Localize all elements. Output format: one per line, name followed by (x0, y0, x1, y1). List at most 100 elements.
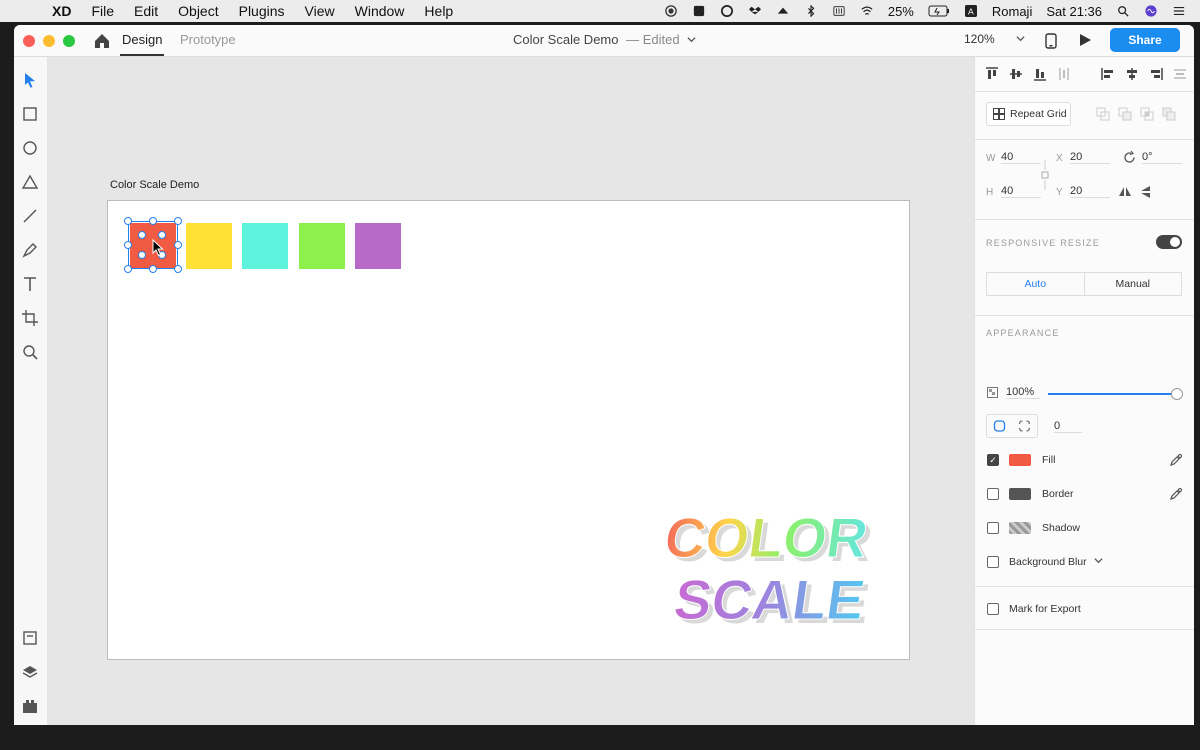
corner-radius-handle[interactable] (138, 231, 146, 239)
menu-edit[interactable]: Edit (134, 3, 158, 19)
play-icon[interactable] (1078, 33, 1092, 47)
height-field[interactable]: 40 (1001, 185, 1041, 198)
minimize-window-button[interactable] (43, 34, 55, 47)
opacity-slider-track[interactable] (1048, 393, 1176, 395)
align-left-icon[interactable] (1101, 67, 1115, 81)
boolean-add-icon[interactable] (1096, 107, 1110, 121)
polygon-tool-icon[interactable] (21, 173, 39, 191)
color-swatch-yellow[interactable] (186, 223, 232, 269)
wifi-icon[interactable] (860, 5, 874, 17)
flip-vertical-icon[interactable] (1140, 185, 1152, 199)
individual-corners-icon[interactable] (1012, 415, 1037, 437)
responsive-resize-toggle[interactable] (1156, 235, 1182, 249)
shadow-color-swatch[interactable] (1009, 522, 1031, 534)
rectangle-tool-icon[interactable] (21, 105, 39, 123)
artboard[interactable]: COLOR COLOR SCALE SCALE (107, 200, 910, 660)
mark-for-export-checkbox[interactable] (987, 603, 999, 615)
artboard-tool-icon[interactable] (21, 309, 39, 327)
distribute-vertical-icon[interactable] (1173, 67, 1187, 81)
shadow-checkbox[interactable] (987, 522, 999, 534)
menu-file[interactable]: File (91, 3, 114, 19)
record-icon[interactable] (664, 5, 678, 17)
spotlight-icon[interactable] (1116, 5, 1130, 17)
resize-mode-auto[interactable]: Auto (987, 273, 1085, 295)
corner-radius-handle[interactable] (138, 251, 146, 259)
select-tool-icon[interactable] (21, 71, 39, 89)
menu-object[interactable]: Object (178, 3, 218, 19)
menu-plugins[interactable]: Plugins (239, 3, 285, 19)
input-method-label[interactable]: Romaji (992, 4, 1032, 19)
color-swatch-green[interactable] (299, 223, 345, 269)
opacity-field[interactable]: 100% (1006, 386, 1040, 399)
zoom-dropdown[interactable]: 120% (964, 32, 1025, 46)
resize-handle[interactable] (124, 265, 132, 273)
artboard-name[interactable]: Color Scale Demo (110, 179, 199, 191)
align-top-icon[interactable] (985, 67, 999, 81)
share-button[interactable]: Share (1110, 28, 1180, 52)
pen-tool-icon[interactable] (21, 241, 39, 259)
align-middle-icon[interactable] (1009, 67, 1023, 81)
background-blur-label[interactable]: Background Blur (1009, 556, 1103, 568)
sync-icon[interactable] (776, 5, 790, 17)
width-field[interactable]: 40 (1001, 151, 1041, 164)
opacity-slider-knob[interactable] (1171, 388, 1183, 400)
align-center-icon[interactable] (1125, 67, 1139, 81)
resize-handle[interactable] (149, 217, 157, 225)
lock-aspect-icon[interactable] (1041, 160, 1049, 190)
eyedropper-icon[interactable] (1170, 488, 1182, 500)
zoom-tool-icon[interactable] (21, 343, 39, 361)
align-right-icon[interactable] (1149, 67, 1163, 81)
zoom-window-button[interactable] (63, 34, 75, 47)
memory-icon[interactable] (832, 5, 846, 17)
notification-center-icon[interactable] (1172, 5, 1186, 17)
battery-icon[interactable] (928, 5, 950, 17)
ellipse-tool-icon[interactable] (21, 139, 39, 157)
resize-handle[interactable] (174, 241, 182, 249)
menu-app-name[interactable]: XD (52, 3, 71, 19)
x-field[interactable]: 20 (1070, 151, 1110, 164)
clock[interactable]: Sat 21:36 (1046, 4, 1102, 19)
resize-handle[interactable] (174, 265, 182, 273)
eyedropper-icon[interactable] (1170, 454, 1182, 466)
repeat-grid-button[interactable]: Repeat Grid (986, 102, 1071, 126)
menu-view[interactable]: View (305, 3, 335, 19)
color-swatch-cyan[interactable] (242, 223, 288, 269)
border-color-swatch[interactable] (1009, 488, 1031, 500)
align-bottom-icon[interactable] (1033, 67, 1047, 81)
rotation-field[interactable]: 0° (1142, 151, 1182, 164)
color-swatch-purple[interactable] (355, 223, 401, 269)
line-tool-icon[interactable] (21, 207, 39, 225)
menu-window[interactable]: Window (355, 3, 405, 19)
app-icon[interactable] (692, 5, 706, 17)
uniform-corners-icon[interactable] (987, 415, 1012, 437)
assets-panel-icon[interactable] (21, 629, 39, 647)
dropbox-icon[interactable] (748, 5, 762, 17)
resize-handle[interactable] (149, 265, 157, 273)
tab-prototype[interactable]: Prototype (180, 32, 236, 47)
document-title[interactable]: Color Scale Demo — Edited (513, 32, 696, 47)
layers-panel-icon[interactable] (21, 663, 39, 681)
boolean-intersect-icon[interactable] (1140, 107, 1154, 121)
plugins-panel-icon[interactable] (21, 697, 39, 715)
corner-radius-field[interactable]: 0 (1054, 420, 1082, 433)
fill-color-swatch[interactable] (1009, 454, 1031, 466)
boolean-exclude-icon[interactable] (1162, 107, 1176, 121)
tab-design[interactable]: Design (122, 32, 162, 47)
home-icon[interactable] (93, 32, 111, 50)
boolean-subtract-icon[interactable] (1118, 107, 1132, 121)
close-window-button[interactable] (23, 34, 35, 47)
canvas[interactable]: Color Scale Demo COLOR COLOR SCALE SCALE (48, 57, 974, 725)
creative-cloud-icon[interactable] (720, 5, 734, 17)
corner-radius-handle[interactable] (158, 231, 166, 239)
bluetooth-icon[interactable] (804, 5, 818, 17)
siri-icon[interactable] (1144, 5, 1158, 17)
resize-handle[interactable] (174, 217, 182, 225)
resize-handle[interactable] (124, 241, 132, 249)
fill-checkbox[interactable]: ✓ (987, 454, 999, 466)
text-tool-icon[interactable] (21, 275, 39, 293)
resize-mode-manual[interactable]: Manual (1085, 273, 1182, 295)
resize-handle[interactable] (124, 217, 132, 225)
distribute-horizontal-icon[interactable] (1057, 67, 1071, 81)
device-preview-icon[interactable] (1045, 33, 1057, 49)
border-checkbox[interactable] (987, 488, 999, 500)
